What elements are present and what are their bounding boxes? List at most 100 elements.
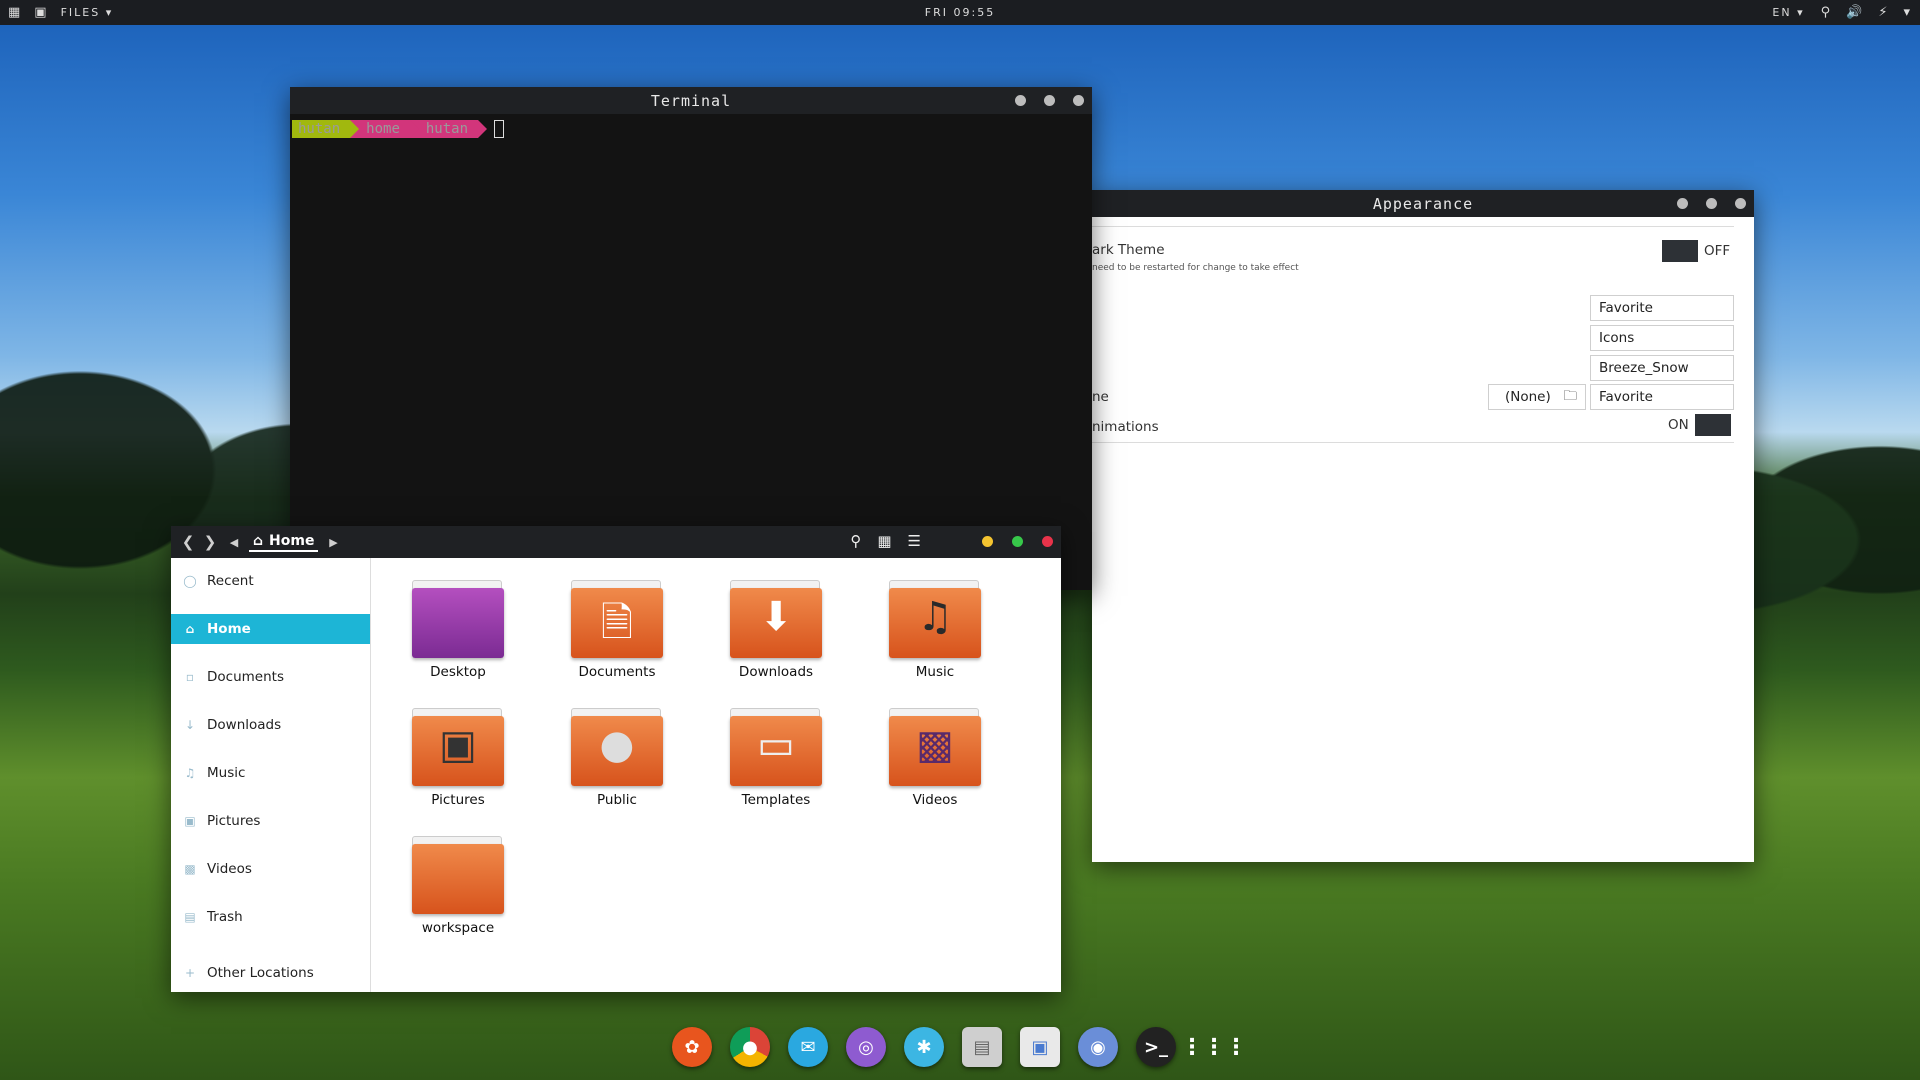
toggle-knob [1662,240,1698,262]
sidebar-item-music[interactable]: ♫ Music [171,758,370,788]
document-icon: ▫ [185,670,195,684]
music-player-icon[interactable]: ◎ [846,1027,886,1067]
breadcrumb-right-icon[interactable]: ▶ [324,536,342,549]
maximize-button[interactable] [1706,198,1717,209]
search-icon[interactable]: ⚲ [850,532,861,550]
app-menu-files[interactable]: FILES ▾ [61,6,114,19]
clock[interactable]: FRI 09:55 [0,6,1920,19]
sidebar-item-other-locations[interactable]: + Other Locations [171,958,370,988]
video-icon: ▩ [184,862,196,876]
dark-theme-label: ark Theme [1092,242,1165,258]
menu-icon[interactable]: ▦ [8,5,20,20]
home-icon: ⌂ [185,622,195,636]
menu-icon[interactable]: ☰ [908,532,921,550]
terminal-prompt[interactable]: hutan home hutan [290,114,1092,144]
maximize-button[interactable] [1012,536,1023,547]
folder-documents[interactable]: 🗎 Documents [557,580,677,680]
window-controls [1015,95,1084,106]
icons-combo[interactable]: Icons [1590,325,1734,351]
folder-downloads[interactable]: ⬇ Downloads [716,580,836,680]
view-grid-icon[interactable]: ▦ [877,532,891,550]
close-button[interactable] [1735,198,1746,209]
folder-icon: ▣ [412,708,504,786]
home-icon: ⌂ [253,532,264,549]
plus-icon: + [184,966,196,980]
header-tools: ⚲ ▦ ☰ [850,532,921,550]
divider [1092,442,1734,443]
download-icon: ↓ [184,718,196,732]
folder-videos[interactable]: ▩ Videos [875,708,995,808]
folder-icon: ♫ [889,580,981,658]
sidebar-item-recent[interactable]: ◯ Recent [171,566,370,596]
window-controls [1677,198,1746,209]
close-button[interactable] [1073,95,1084,106]
sidebar-item-videos[interactable]: ▩ Videos [171,854,370,884]
folder-icon: ▭ [730,708,822,786]
appearance-titlebar[interactable]: Appearance [1092,190,1754,217]
prompt-dir: hutan [409,120,488,138]
minimize-button[interactable] [1015,95,1026,106]
sidebar-item-downloads[interactable]: ↓ Downloads [171,710,370,740]
appearance-settings: ark Theme need to be restarted for chang… [1092,217,1754,862]
folder-music[interactable]: ♫ Music [875,580,995,680]
toggle-settings-icon[interactable]: ◉ [1078,1027,1118,1067]
files-headerbar[interactable]: ❮ ❯ ◀ ⌂ Home ▶ ⚲ ▦ ☰ [171,526,1061,558]
volume-icon[interactable]: 🔊 [1846,5,1862,20]
folder-pictures[interactable]: ▣ Pictures [398,708,518,808]
folder-icon: ⬇ [730,580,822,658]
minimize-button[interactable] [1677,198,1688,209]
store-icon[interactable]: ▣ [1020,1027,1060,1067]
music-icon: ♫ [184,766,196,780]
back-icon[interactable]: ❮ [177,533,199,551]
maximize-button[interactable] [1044,95,1055,106]
toggle-knob [1694,414,1731,436]
terminal-icon[interactable]: >_ [1136,1027,1176,1067]
sidebar-item-home[interactable]: ⌂ Home [171,614,370,644]
chevron-down-icon[interactable]: ▾ [1903,5,1910,20]
text-cursor [494,120,505,138]
folder-public[interactable]: ● Public [557,708,677,808]
window-controls [982,536,1053,547]
folder-workspace[interactable]: workspace [398,836,518,936]
firefox-icon[interactable]: ✿ [672,1027,712,1067]
top-panel: ▦ ▣ FILES ▾ FRI 09:55 EN ▾ ⚲ 🔊 ⚡ ▾ [0,0,1920,25]
file-open-icon: 🗀 [1563,387,1578,404]
breadcrumb-left-icon[interactable]: ◀ [225,536,243,549]
forward-icon[interactable]: ❯ [199,533,221,551]
minimize-button[interactable] [982,536,993,547]
none-file-button[interactable]: (None) 🗀 [1488,384,1586,410]
theme-combo[interactable]: Favorite [1590,295,1734,321]
close-button[interactable] [1042,536,1053,547]
cursor-combo[interactable]: Breeze_Snow [1590,355,1734,381]
language-indicator[interactable]: EN ▾ [1772,6,1804,19]
prompt-user: hutan [292,120,360,138]
toggle-state: OFF [1704,243,1731,259]
divider [1092,226,1734,227]
mail-icon[interactable]: ✉ [788,1027,828,1067]
animations-toggle[interactable]: ON [1662,414,1731,436]
network-icon[interactable]: ⚲ [1821,5,1831,20]
dark-theme-note: need to be restarted for change to take … [1092,263,1299,273]
camera-icon: ▣ [184,814,196,828]
chrome-icon[interactable]: ● [730,1027,770,1067]
sidebar-item-pictures[interactable]: ▣ Pictures [171,806,370,836]
places-sidebar: ◯ Recent ⌂ Home ▫ Documents ↓ Downloads ♫ Mus… [171,558,371,992]
terminal-window[interactable]: Terminal hutan home hutan [290,87,1092,590]
folder-desktop[interactable]: Desktop [398,580,518,680]
battery-icon[interactable]: ⚡ [1878,5,1887,20]
app-icon[interactable]: ▣ [34,5,46,20]
dark-theme-toggle[interactable]: OFF [1662,240,1736,262]
files-icon[interactable]: ▤ [962,1027,1002,1067]
window-title: Appearance [1372,194,1474,213]
settings-icon[interactable]: ✱ [904,1027,944,1067]
files-window: ❮ ❯ ◀ ⌂ Home ▶ ⚲ ▦ ☰ ◯ Recent ⌂ Home ▫ Docu… [171,526,1061,992]
terminal-titlebar[interactable]: Terminal [290,87,1092,114]
style-combo[interactable]: Favorite [1590,384,1734,410]
breadcrumb-home[interactable]: ⌂ Home [249,532,319,552]
folder-templates[interactable]: ▭ Templates [716,708,836,808]
clock-icon: ◯ [183,574,197,588]
sidebar-item-documents[interactable]: ▫ Documents [171,662,370,692]
app-grid-icon[interactable]: ⋮⋮⋮ [1181,1027,1247,1067]
files-body: ◯ Recent ⌂ Home ▫ Documents ↓ Downloads ♫ Mus… [171,558,1061,992]
sidebar-item-trash[interactable]: ▤ Trash [171,902,370,932]
